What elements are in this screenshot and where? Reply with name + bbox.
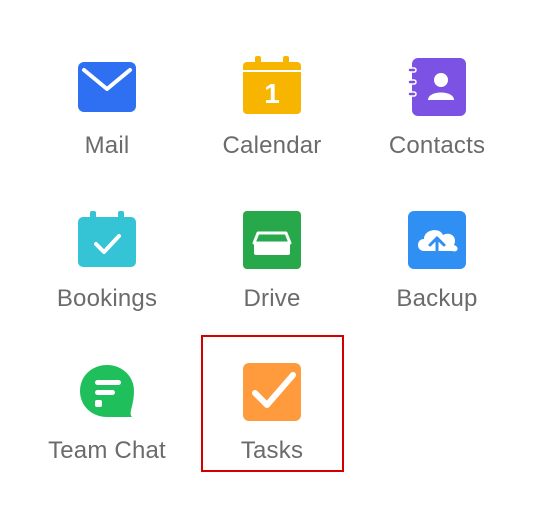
team-chat-icon <box>76 361 138 423</box>
app-bookings[interactable]: Bookings <box>32 189 182 319</box>
app-drive[interactable]: Drive <box>197 189 347 319</box>
bookings-icon <box>76 209 138 271</box>
app-label: Bookings <box>56 285 158 312</box>
calendar-icon: 1 <box>241 56 303 118</box>
app-label: Backup <box>396 285 478 312</box>
app-label: Calendar <box>222 132 322 159</box>
contacts-icon <box>406 56 468 118</box>
tasks-icon <box>241 361 303 423</box>
app-label: Contacts <box>388 132 486 159</box>
app-label: Tasks <box>240 437 304 464</box>
app-contacts[interactable]: Contacts <box>362 36 512 166</box>
app-label: Team Chat <box>48 437 166 464</box>
app-launcher-grid: Mail 1 Calendar Contacts Bookings Drive … <box>0 0 542 516</box>
mail-icon <box>76 56 138 118</box>
calendar-badge: 1 <box>264 78 280 109</box>
app-calendar[interactable]: 1 Calendar <box>197 36 347 166</box>
app-label: Drive <box>243 285 301 312</box>
drive-icon <box>241 209 303 271</box>
app-label: Mail <box>84 132 130 159</box>
app-mail[interactable]: Mail <box>32 36 182 166</box>
backup-icon <box>406 209 468 271</box>
app-tasks[interactable]: Tasks <box>197 341 347 471</box>
app-team-chat[interactable]: Team Chat <box>32 341 182 471</box>
app-backup[interactable]: Backup <box>362 189 512 319</box>
